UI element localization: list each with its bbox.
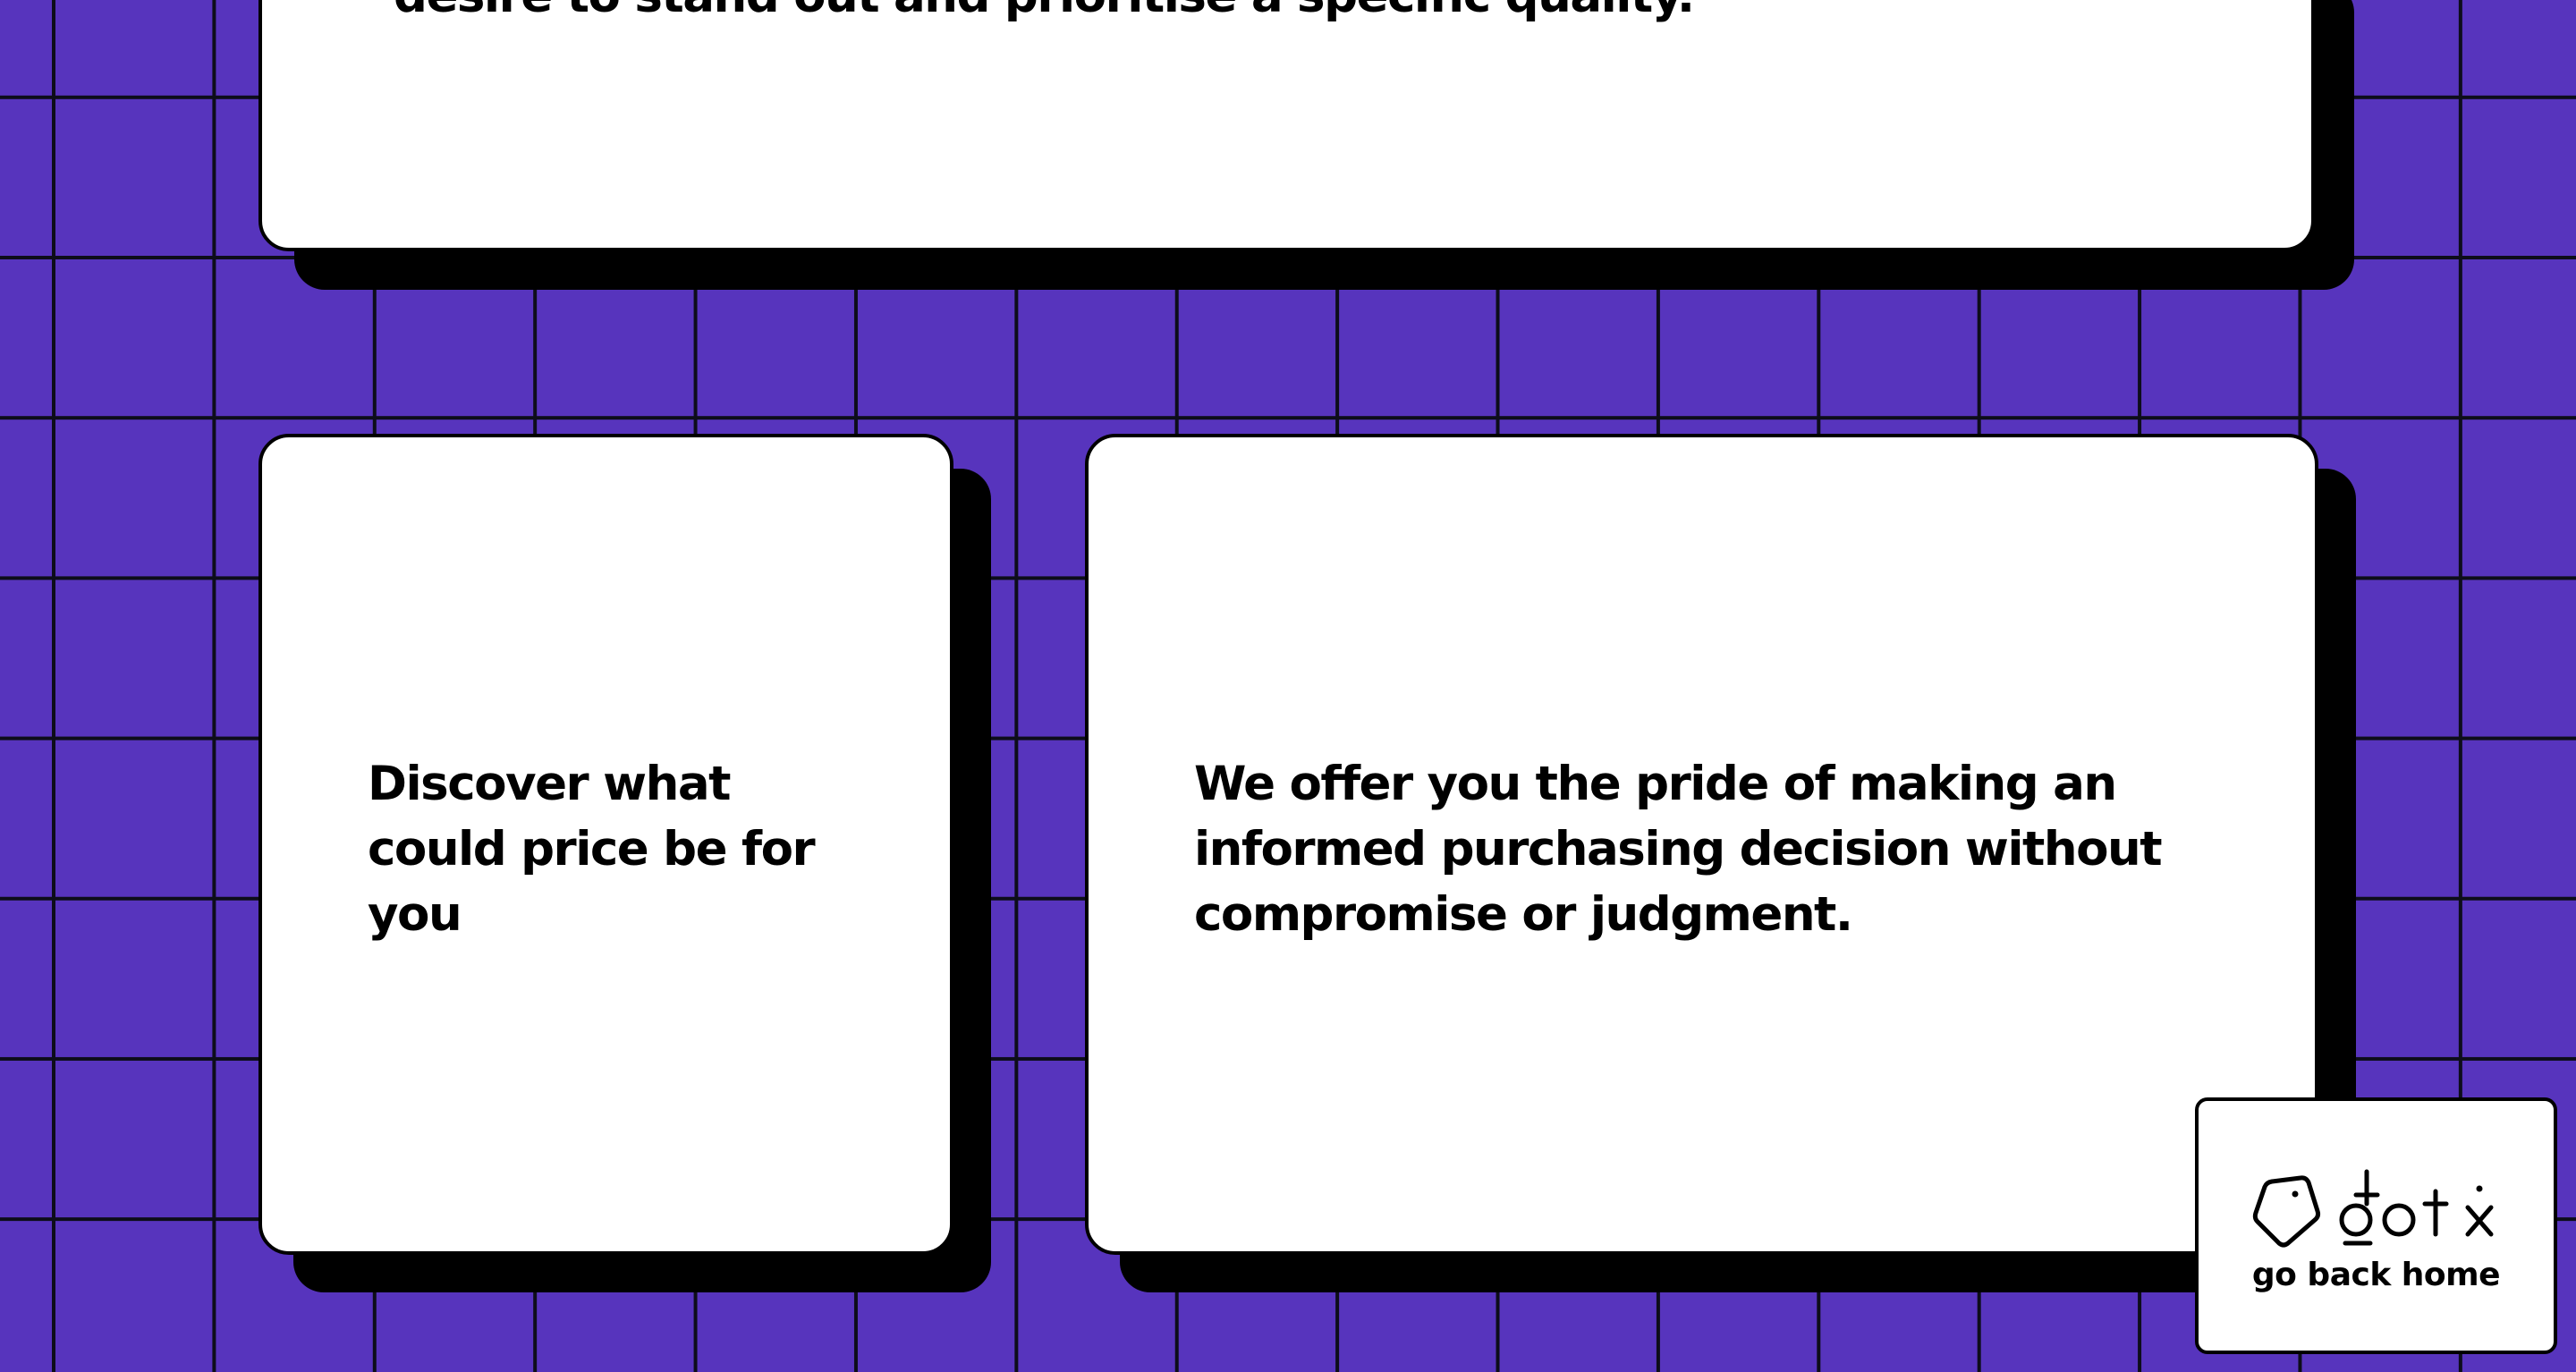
info-card-top: desire to stand out and prioritise a spe…: [258, 0, 2315, 251]
info-card-price-text: Discover what could price be for you: [368, 757, 816, 942]
dot-x-wordmark: [2339, 1169, 2494, 1246]
go-back-home-label: go back home: [2251, 1257, 2501, 1293]
dot-x-logo: [2252, 1169, 2494, 1248]
rounded-pentagon-icon: [2252, 1175, 2321, 1248]
go-back-home-button[interactable]: go back home: [2195, 1097, 2557, 1354]
info-card-top-text: desire to stand out and prioritise a spe…: [394, 0, 2272, 29]
info-card-pride-text: We offer you the pride of making an info…: [1194, 757, 2163, 942]
info-card-pride: We offer you the pride of making an info…: [1085, 434, 2318, 1255]
info-card-price: Discover what could price be for you: [258, 434, 953, 1255]
